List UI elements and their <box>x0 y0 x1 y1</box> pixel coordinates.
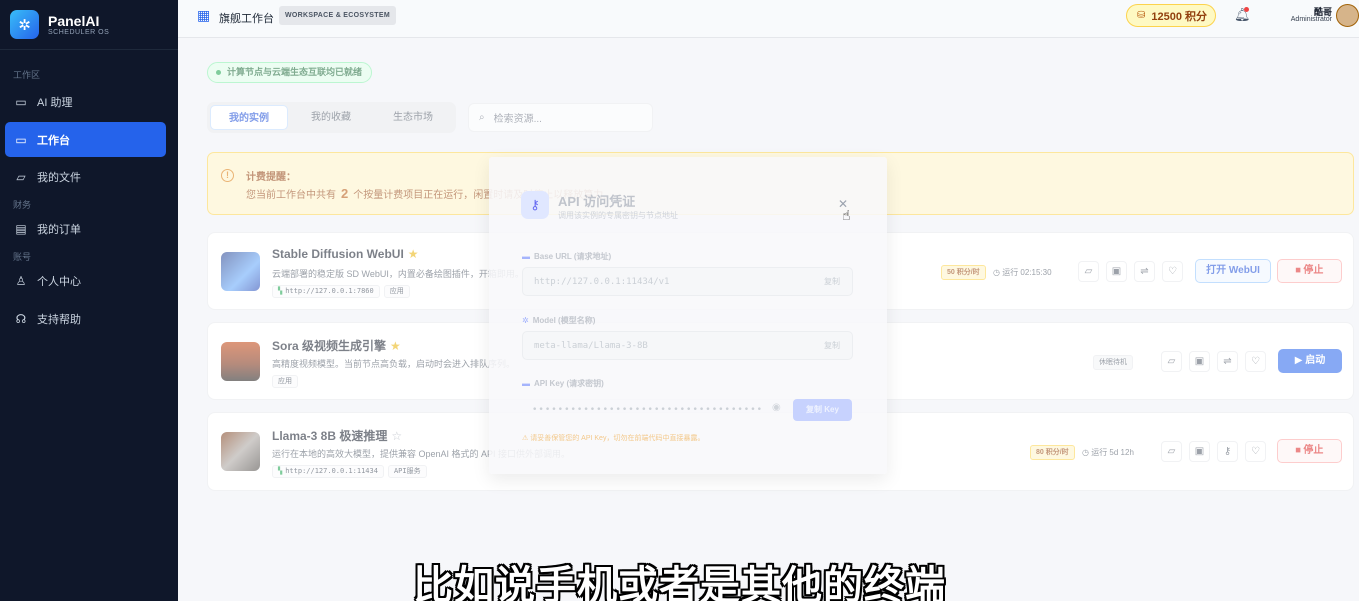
link-icon: ▬ <box>522 252 530 261</box>
nav-section-workspace: 工作区 <box>13 70 41 80</box>
base-url-label-text: Base URL (请求地址) <box>534 252 612 261</box>
model-label-text: Model (模型名称) <box>532 316 596 325</box>
brand-name: PanelAI <box>48 13 100 29</box>
nav-section-account: 账号 <box>13 252 32 262</box>
api-key-label-text: API Key (请求密钥) <box>534 379 604 388</box>
credits-badge[interactable]: ⛁ 12500 积分 <box>1126 4 1216 27</box>
monitor-icon: ▭ <box>15 132 27 147</box>
notification-dot <box>1244 7 1249 12</box>
copy-base-url-button[interactable]: 复制 <box>824 276 840 287</box>
brand: ✲ PanelAI SCHEDULER OS <box>0 0 178 50</box>
user-icon: ♙ <box>15 273 27 288</box>
sidebar-item-label: 个人中心 <box>37 275 81 288</box>
sidebar-item-profile[interactable]: ♙ 个人中心 <box>5 263 166 298</box>
receipt-icon: ▤ <box>15 221 27 236</box>
pointer-cursor-icon: ☝ <box>842 207 851 223</box>
model-label: ✲ Model (模型名称) <box>522 315 595 326</box>
coin-icon: ⛁ <box>1137 10 1146 21</box>
sidebar-item-support[interactable]: ☊ 支持帮助 <box>5 301 166 336</box>
key-icon: ⚷ <box>521 191 549 219</box>
sidebar-item-label: 支持帮助 <box>37 313 81 326</box>
api-key-field[interactable]: •••••••••••••••••••••••••••••••••••• <box>522 400 778 420</box>
folder-icon: ▱ <box>16 169 26 184</box>
api-key-label: ▬ API Key (请求密钥) <box>522 378 604 389</box>
sidebar-item-label: 我的订单 <box>37 223 81 236</box>
api-credentials-modal: ⚷ API 访问凭证 调用该实例的专属密钥与节点地址 ✕ ▬ Base URL (… <box>489 157 887 474</box>
sidebar: ✲ PanelAI SCHEDULER OS 工作区 ▭ AI 助理 ▭ 工作台… <box>0 0 178 601</box>
security-warning: ⚠ 请妥善保管您的 API Key，切勿在前端代码中直接暴露。 <box>522 435 705 442</box>
logo-icon: ✲ <box>10 10 39 39</box>
sidebar-item-my-files[interactable]: ▱ 我的文件 <box>5 159 166 194</box>
copy-model-button[interactable]: 复制 <box>824 340 840 351</box>
base-url-value: http://127.0.0.1:11434/v1 <box>534 277 670 287</box>
page-title: 旗舰工作台 <box>219 13 274 25</box>
base-url-label: ▬ Base URL (请求地址) <box>522 251 611 262</box>
nav-section-finance: 财务 <box>13 200 32 210</box>
model-field: meta-llama/Llama-3-8B 复制 <box>522 331 853 360</box>
chat-icon: ▭ <box>15 94 27 109</box>
top-header: ▦ 旗舰工作台 WORKSPACE & ECOSYSTEM ⛁ 12500 积分… <box>178 0 1359 38</box>
headset-icon: ☊ <box>15 311 27 326</box>
sidebar-item-ai-assistant[interactable]: ▭ AI 助理 <box>5 84 166 119</box>
model-value: meta-llama/Llama-3-8B <box>534 341 648 351</box>
modal-subtitle: 调用该实例的专属密钥与节点地址 <box>558 211 678 220</box>
user-role: Administrator <box>1290 16 1332 23</box>
sidebar-item-orders[interactable]: ▤ 我的订单 <box>5 211 166 246</box>
sidebar-item-label: 我的文件 <box>37 171 81 184</box>
sidebar-item-workbench[interactable]: ▭ 工作台 <box>5 122 166 157</box>
copy-key-button[interactable]: 复制 Key <box>793 399 852 421</box>
credits-value: 12500 积分 <box>1151 10 1208 23</box>
eye-icon[interactable]: ◉ <box>772 402 781 413</box>
modal-title: API 访问凭证 <box>558 194 636 209</box>
lock-icon: ▬ <box>522 379 530 388</box>
avatar[interactable] <box>1336 4 1359 27</box>
brand-subtitle: SCHEDULER OS <box>48 29 110 36</box>
model-icon: ✲ <box>522 316 529 325</box>
sidebar-item-label: AI 助理 <box>37 96 73 109</box>
video-subtitle: 比如说手机或者是其他的终端 <box>413 563 946 601</box>
base-url-field: http://127.0.0.1:11434/v1 复制 <box>522 267 853 296</box>
workspace-tag: WORKSPACE & ECOSYSTEM <box>279 6 396 25</box>
grid-icon: ▦ <box>197 7 211 23</box>
sidebar-item-label: 工作台 <box>37 134 70 147</box>
